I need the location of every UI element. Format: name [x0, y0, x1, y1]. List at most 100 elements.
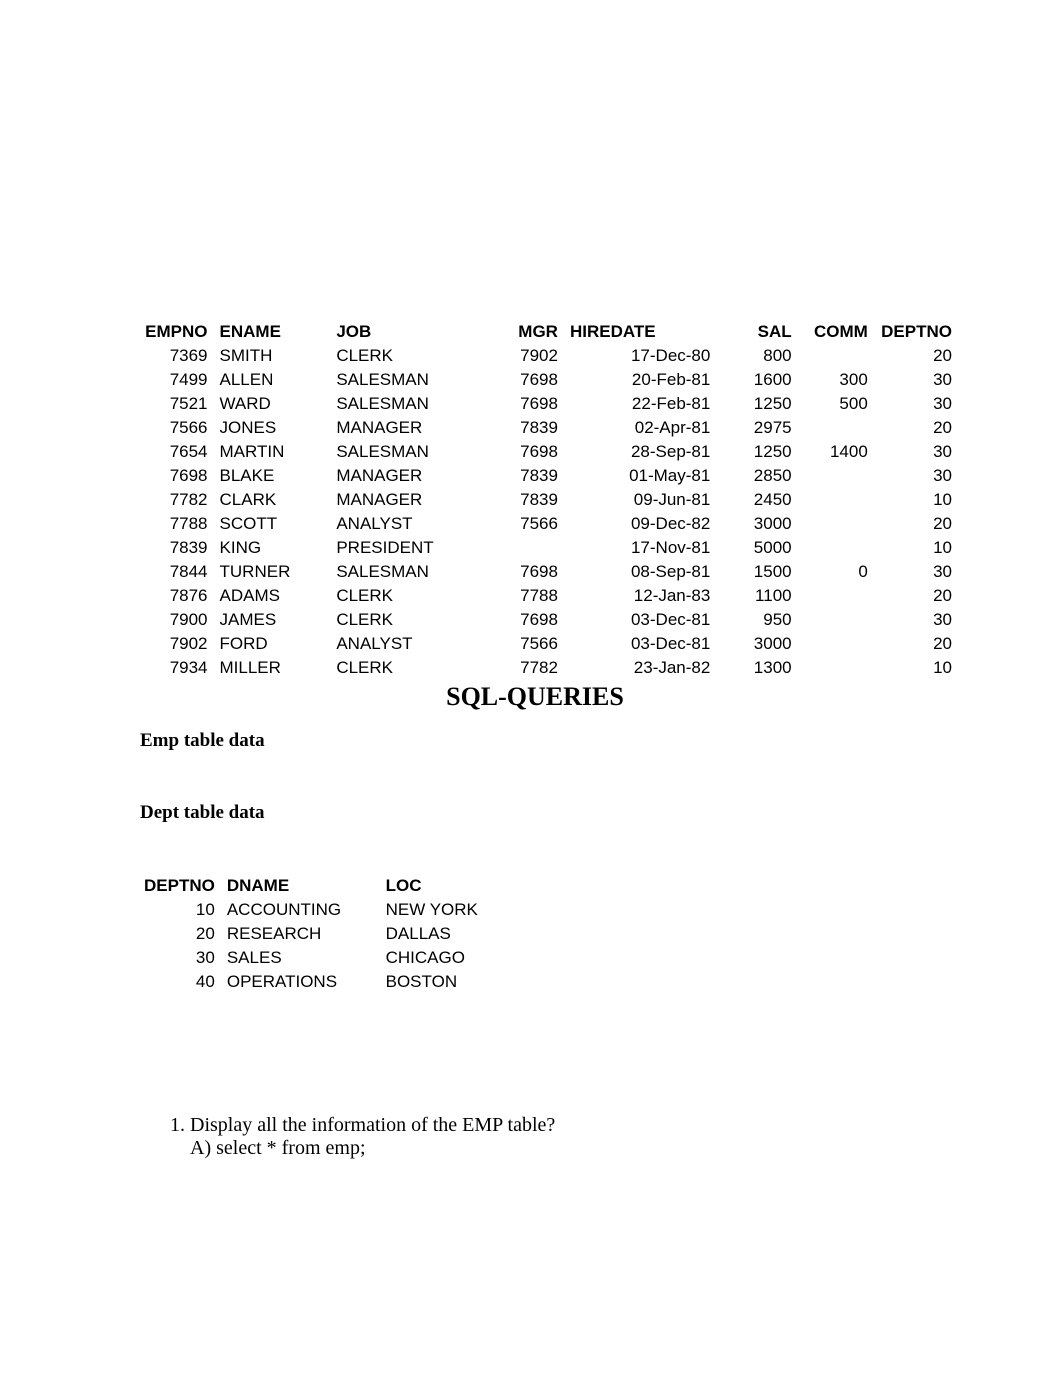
question-text: Display all the information of the EMP t… [190, 1114, 555, 1136]
cell-sal: 1300 [718, 656, 799, 680]
cell-empno: 7566 [140, 416, 216, 440]
cell-hiredate: 23-Jan-82 [566, 656, 718, 680]
cell-sal: 1250 [718, 440, 799, 464]
col-dname: DNAME [223, 874, 382, 898]
cell-hiredate: 09-Dec-82 [566, 512, 718, 536]
cell-hiredate: 03-Dec-81 [566, 608, 718, 632]
cell-dname: SALES [223, 946, 382, 970]
cell-hiredate: 12-Jan-83 [566, 584, 718, 608]
cell-sal: 1500 [718, 560, 799, 584]
cell-mgr: 7782 [464, 656, 566, 680]
cell-hiredate: 17-Dec-80 [566, 344, 718, 368]
cell-job: PRESIDENT [332, 536, 464, 560]
page-title: SQL-QUERIES [140, 682, 930, 712]
cell-ename: MILLER [216, 656, 333, 680]
cell-ename: ALLEN [216, 368, 333, 392]
cell-loc: BOSTON [382, 970, 530, 994]
cell-deptno: 20 [876, 632, 960, 656]
cell-sal: 5000 [718, 536, 799, 560]
cell-ename: KING [216, 536, 333, 560]
cell-deptno: 30 [876, 464, 960, 488]
cell-mgr: 7839 [464, 488, 566, 512]
cell-mgr: 7902 [464, 344, 566, 368]
cell-empno: 7521 [140, 392, 216, 416]
table-row: 20RESEARCHDALLAS [140, 922, 530, 946]
emp-subhead: Emp table data [140, 730, 1062, 752]
cell-sal: 3000 [718, 632, 799, 656]
cell-job: CLERK [332, 344, 464, 368]
cell-deptno: 20 [876, 344, 960, 368]
dept-table: DEPTNO DNAME LOC 10ACCOUNTINGNEW YORK20R… [140, 874, 530, 994]
cell-comm: 1400 [800, 440, 876, 464]
table-row: 40OPERATIONSBOSTON [140, 970, 530, 994]
cell-comm: 500 [800, 392, 876, 416]
cell-ename: FORD [216, 632, 333, 656]
table-row: 7900JAMESCLERK769803-Dec-8195030 [140, 608, 960, 632]
cell-ename: WARD [216, 392, 333, 416]
table-row: 7521WARDSALESMAN769822-Feb-81125050030 [140, 392, 960, 416]
cell-ename: MARTIN [216, 440, 333, 464]
cell-mgr: 7698 [464, 392, 566, 416]
cell-dname: OPERATIONS [223, 970, 382, 994]
cell-comm [800, 584, 876, 608]
cell-empno: 7876 [140, 584, 216, 608]
cell-sal: 2450 [718, 488, 799, 512]
cell-mgr: 7698 [464, 368, 566, 392]
cell-comm [800, 416, 876, 440]
cell-mgr: 7839 [464, 416, 566, 440]
cell-loc: DALLAS [382, 922, 530, 946]
cell-deptno: 30 [876, 440, 960, 464]
cell-hiredate: 20-Feb-81 [566, 368, 718, 392]
cell-comm [800, 464, 876, 488]
cell-comm [800, 488, 876, 512]
cell-deptno: 20 [876, 584, 960, 608]
cell-loc: CHICAGO [382, 946, 530, 970]
cell-hiredate: 22-Feb-81 [566, 392, 718, 416]
col-deptno: DEPTNO [140, 874, 223, 898]
cell-ename: JONES [216, 416, 333, 440]
cell-empno: 7698 [140, 464, 216, 488]
col-deptno: DEPTNO [876, 320, 960, 344]
cell-mgr: 7839 [464, 464, 566, 488]
cell-sal: 800 [718, 344, 799, 368]
table-row: 7499ALLENSALESMAN769820-Feb-81160030030 [140, 368, 960, 392]
cell-sal: 1100 [718, 584, 799, 608]
cell-mgr: 7698 [464, 440, 566, 464]
question-list: Display all the information of the EMP t… [160, 1114, 860, 1160]
cell-deptno: 20 [876, 416, 960, 440]
cell-empno: 7902 [140, 632, 216, 656]
cell-mgr: 7698 [464, 608, 566, 632]
cell-ename: CLARK [216, 488, 333, 512]
cell-deptno: 10 [876, 488, 960, 512]
cell-job: ANALYST [332, 632, 464, 656]
cell-loc: NEW YORK [382, 898, 530, 922]
table-row: 7566JONESMANAGER783902-Apr-81297520 [140, 416, 960, 440]
cell-deptno: 20 [876, 512, 960, 536]
col-sal: SAL [718, 320, 799, 344]
cell-job: SALESMAN [332, 368, 464, 392]
list-item: Display all the information of the EMP t… [190, 1114, 860, 1160]
cell-mgr [464, 536, 566, 560]
cell-mgr: 7566 [464, 512, 566, 536]
cell-mgr: 7566 [464, 632, 566, 656]
col-loc: LOC [382, 874, 530, 898]
cell-job: SALESMAN [332, 560, 464, 584]
table-row: 7934MILLERCLERK778223-Jan-82130010 [140, 656, 960, 680]
cell-dname: ACCOUNTING [223, 898, 382, 922]
cell-deptno: 30 [140, 946, 223, 970]
cell-job: ANALYST [332, 512, 464, 536]
col-empno: EMPNO [140, 320, 216, 344]
col-hiredate: HIREDATE [566, 320, 718, 344]
table-row: 10ACCOUNTINGNEW YORK [140, 898, 530, 922]
cell-dname: RESEARCH [223, 922, 382, 946]
cell-empno: 7839 [140, 536, 216, 560]
cell-comm [800, 344, 876, 368]
table-row: 30SALESCHICAGO [140, 946, 530, 970]
answer-text: A) select * from emp; [190, 1137, 366, 1159]
table-row: 7844TURNERSALESMAN769808-Sep-811500030 [140, 560, 960, 584]
table-row: 7654MARTINSALESMAN769828-Sep-81125014003… [140, 440, 960, 464]
cell-job: MANAGER [332, 416, 464, 440]
cell-sal: 1600 [718, 368, 799, 392]
cell-deptno: 10 [876, 656, 960, 680]
cell-comm: 0 [800, 560, 876, 584]
